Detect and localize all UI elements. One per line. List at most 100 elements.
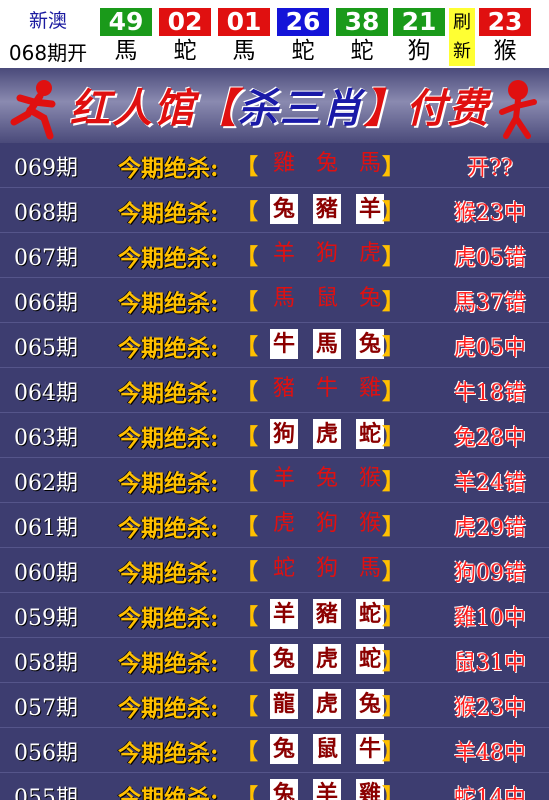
bracket-left: 【 bbox=[236, 245, 259, 270]
period-label: 066期 bbox=[14, 291, 78, 316]
kill-label: 今期绝杀: bbox=[118, 200, 219, 227]
bracket-right: 】 bbox=[382, 785, 405, 800]
kill-label: 今期绝杀: bbox=[118, 695, 219, 722]
zodiac-pick: 狗 bbox=[315, 556, 338, 581]
zodiac-pick: 羊 bbox=[356, 194, 384, 224]
period-label: 055期 bbox=[14, 786, 78, 800]
result-label: 猴23中 bbox=[454, 696, 526, 721]
special-number: 23 bbox=[479, 8, 531, 36]
result-ball: 49 馬 bbox=[100, 8, 152, 66]
zodiac-pick: 兔 bbox=[356, 689, 384, 719]
list-item: 055期 今期绝杀: 【 兔 羊 雞 】 蛇14中 bbox=[0, 773, 549, 800]
result-label: 虎29错 bbox=[454, 516, 526, 541]
special-ball: 23 猴 bbox=[479, 8, 531, 66]
zodiac-pick: 兔 bbox=[270, 734, 298, 764]
ball-number: 38 bbox=[336, 8, 388, 36]
bracket-left: 【 bbox=[236, 785, 259, 800]
bracket-right: 】 bbox=[382, 740, 405, 765]
kill-label: 今期绝杀: bbox=[118, 380, 219, 407]
result-label: 虎05错 bbox=[454, 246, 526, 271]
bracket-left: 【 bbox=[236, 650, 259, 675]
zodiac-pick: 牛 bbox=[356, 734, 384, 764]
result-label: 开?? bbox=[467, 156, 513, 181]
zodiac-pick: 雞 bbox=[272, 151, 295, 176]
ball-number: 49 bbox=[100, 8, 152, 36]
bracket-left: 【 bbox=[236, 605, 259, 630]
bracket-right: 】 bbox=[382, 155, 405, 180]
zodiac-pick: 羊 bbox=[272, 466, 295, 491]
list-item: 069期 今期绝杀: 【 雞 兔 馬 】 开?? bbox=[0, 143, 549, 188]
period-label: 067期 bbox=[14, 246, 78, 271]
zodiac-pick: 雞 bbox=[356, 779, 384, 800]
zodiac-pick: 鼠 bbox=[313, 734, 341, 764]
zodiac-pick: 馬 bbox=[272, 286, 295, 311]
zodiac-pick: 馬 bbox=[358, 151, 381, 176]
zodiac-pick: 狗 bbox=[315, 241, 338, 266]
kill-label: 今期绝杀: bbox=[118, 335, 219, 362]
zodiac-pick: 兔 bbox=[270, 779, 298, 800]
result-label: 蛇14中 bbox=[454, 786, 526, 800]
bracket-left: 【 bbox=[236, 695, 259, 720]
draw-result-bar: 新澳 068期开 49 馬 02 蛇 01 馬 26 蛇 38 蛇 21 狗 刷… bbox=[0, 0, 549, 68]
bracket-right: 】 bbox=[382, 380, 405, 405]
zodiac-pick: 牛 bbox=[315, 376, 338, 401]
zodiac-pick: 豬 bbox=[272, 376, 295, 401]
bracket-left: 【 bbox=[236, 740, 259, 765]
list-item: 057期 今期绝杀: 【 龍 虎 兔 】 猴23中 bbox=[0, 683, 549, 728]
zodiac-pick: 龍 bbox=[270, 689, 298, 719]
zodiac-pick: 豬 bbox=[313, 599, 341, 629]
zodiac-pick: 狗 bbox=[315, 511, 338, 536]
kill-label: 今期绝杀: bbox=[118, 560, 219, 587]
zodiac-pick: 蛇 bbox=[272, 556, 295, 581]
result-label: 虎05中 bbox=[454, 336, 526, 361]
bracket-left: 【 bbox=[236, 515, 259, 540]
list-item: 067期 今期绝杀: 【 羊 狗 虎 】 虎05错 bbox=[0, 233, 549, 278]
zodiac-pick: 兔 bbox=[270, 644, 298, 674]
result-label: 狗09错 bbox=[454, 561, 526, 586]
kill-label: 今期绝杀: bbox=[118, 245, 219, 272]
refresh-button[interactable]: 刷 新 bbox=[449, 8, 475, 66]
period-label: 064期 bbox=[14, 381, 78, 406]
period-label: 058期 bbox=[14, 651, 78, 676]
zodiac-pick: 羊 bbox=[270, 599, 298, 629]
period-label: 060期 bbox=[14, 561, 78, 586]
running-man-icon bbox=[499, 80, 537, 139]
bracket-left: 【 bbox=[236, 425, 259, 450]
zodiac-pick: 馬 bbox=[358, 556, 381, 581]
result-label: 兔28中 bbox=[454, 426, 526, 451]
ball-number: 02 bbox=[159, 8, 211, 36]
period-label: 068期 bbox=[14, 201, 78, 226]
ball-zodiac: 蛇 bbox=[291, 38, 315, 64]
list-item: 058期 今期绝杀: 【 兔 虎 蛇 】 鼠31中 bbox=[0, 638, 549, 683]
result-label: 雞10中 bbox=[454, 606, 526, 631]
zodiac-pick: 虎 bbox=[272, 511, 295, 536]
zodiac-pick: 猴 bbox=[358, 466, 381, 491]
bracket-left: 【 bbox=[236, 335, 259, 360]
bracket-right: 】 bbox=[382, 560, 405, 585]
bracket-right: 】 bbox=[382, 515, 405, 540]
period-label: 065期 bbox=[14, 336, 78, 361]
bracket-right: 】 bbox=[382, 605, 405, 630]
prediction-list: 069期 今期绝杀: 【 雞 兔 馬 】 开?? 068期 今期绝杀: 【 兔 … bbox=[0, 143, 549, 800]
list-item: 064期 今期绝杀: 【 豬 牛 雞 】 牛18错 bbox=[0, 368, 549, 413]
ball-zodiac: 蛇 bbox=[173, 38, 197, 64]
bracket-right: 】 bbox=[382, 425, 405, 450]
kill-label: 今期绝杀: bbox=[118, 785, 219, 800]
zodiac-pick: 兔 bbox=[270, 194, 298, 224]
zodiac-pick: 兔 bbox=[315, 466, 338, 491]
zodiac-pick: 兔 bbox=[315, 151, 338, 176]
zodiac-pick: 牛 bbox=[270, 329, 298, 359]
result-label: 馬37错 bbox=[454, 291, 526, 316]
refresh-label-bottom: 新 bbox=[449, 38, 475, 66]
banner-prefix: 红人馆【 bbox=[70, 85, 238, 132]
ball-zodiac: 馬 bbox=[114, 38, 138, 64]
region-label: 新澳 bbox=[28, 10, 67, 32]
bracket-right: 】 bbox=[382, 200, 405, 225]
zodiac-pick: 虎 bbox=[313, 419, 341, 449]
result-label: 猴23中 bbox=[454, 201, 526, 226]
kill-label: 今期绝杀: bbox=[118, 740, 219, 767]
kill-label: 今期绝杀: bbox=[118, 605, 219, 632]
ball-number: 01 bbox=[218, 8, 270, 36]
zodiac-pick: 兔 bbox=[356, 329, 384, 359]
zodiac-pick: 羊 bbox=[272, 241, 295, 266]
